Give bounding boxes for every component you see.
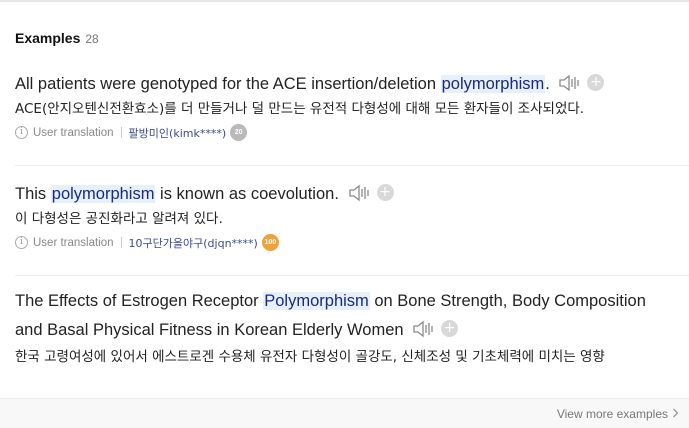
level-badge: 100 <box>261 234 279 251</box>
example-sentence: The Effects of Estrogen Receptor Polymor… <box>15 287 674 345</box>
info-icon[interactable]: i <box>15 126 28 139</box>
chevron-right-icon <box>672 407 679 421</box>
speaker-icon[interactable] <box>412 319 436 339</box>
example-item: The Effects of Estrogen Receptor Polymor… <box>15 287 674 367</box>
source-label: User translation <box>33 126 114 139</box>
translation-meta: i User translation 10구단가을야구(djqn****) 10… <box>15 234 689 251</box>
example-divider <box>15 165 689 166</box>
example-translation: ACE(안지오텐신전환효소)를 더 만들거나 덜 만드는 유전적 다형성에 대해… <box>15 101 585 117</box>
translator-link[interactable]: 팔방미인(kimk****) <box>129 125 227 141</box>
footer-bar: View more examples <box>0 398 689 428</box>
example-tools: + <box>348 183 394 203</box>
source-label: User translation <box>33 236 114 249</box>
meta-separator <box>120 127 122 138</box>
translation-meta: i User translation 팔방미인(kimk****) 20 <box>15 124 689 141</box>
example-tools: + <box>558 73 605 93</box>
example-item: All patients were genotyped for the ACE … <box>15 70 689 141</box>
top-divider <box>0 0 689 2</box>
example-divider <box>15 275 689 276</box>
example-sentence: All patients were genotyped for the ACE … <box>15 70 689 99</box>
sentence-text: All patients were genotyped for the ACE … <box>15 75 441 93</box>
add-icon[interactable]: + <box>441 320 459 338</box>
translator-link[interactable]: 10구단가을야구(djqn****) <box>129 235 258 251</box>
example-tools: + <box>412 319 459 339</box>
section-title: Examples <box>15 30 81 46</box>
highlighted-term[interactable]: polymorphism <box>50 185 156 203</box>
sentence-text: . <box>545 75 550 93</box>
example-item: This polymorphism is known as coevolutio… <box>15 180 689 251</box>
level-badge: 20 <box>230 124 248 141</box>
meta-separator <box>120 237 122 248</box>
add-icon[interactable]: + <box>376 184 394 202</box>
sentence-text: This <box>15 185 51 203</box>
info-icon[interactable]: i <box>15 236 28 249</box>
speaker-icon[interactable] <box>558 73 582 93</box>
example-translation: 이 다형성은 공진화라고 알려져 있다. <box>15 211 223 227</box>
view-more-link[interactable]: View more examples <box>557 407 679 421</box>
examples-header: Examples 28 <box>15 30 99 46</box>
add-icon[interactable]: + <box>587 74 605 92</box>
highlighted-term[interactable]: polymorphism <box>440 75 546 93</box>
example-sentence: This polymorphism is known as coevolutio… <box>15 180 689 209</box>
example-translation: 한국 고령여성에 있어서 에스트로겐 수용체 유전자 다형성이 골강도, 신체조… <box>15 349 605 365</box>
view-more-label: View more examples <box>556 407 668 421</box>
sentence-text: The Effects of Estrogen Receptor <box>15 292 264 310</box>
examples-count: 28 <box>85 32 99 46</box>
speaker-icon[interactable] <box>348 183 372 203</box>
sentence-text: is known as coevolution. <box>155 185 339 203</box>
highlighted-term[interactable]: Polymorphism <box>263 292 370 310</box>
